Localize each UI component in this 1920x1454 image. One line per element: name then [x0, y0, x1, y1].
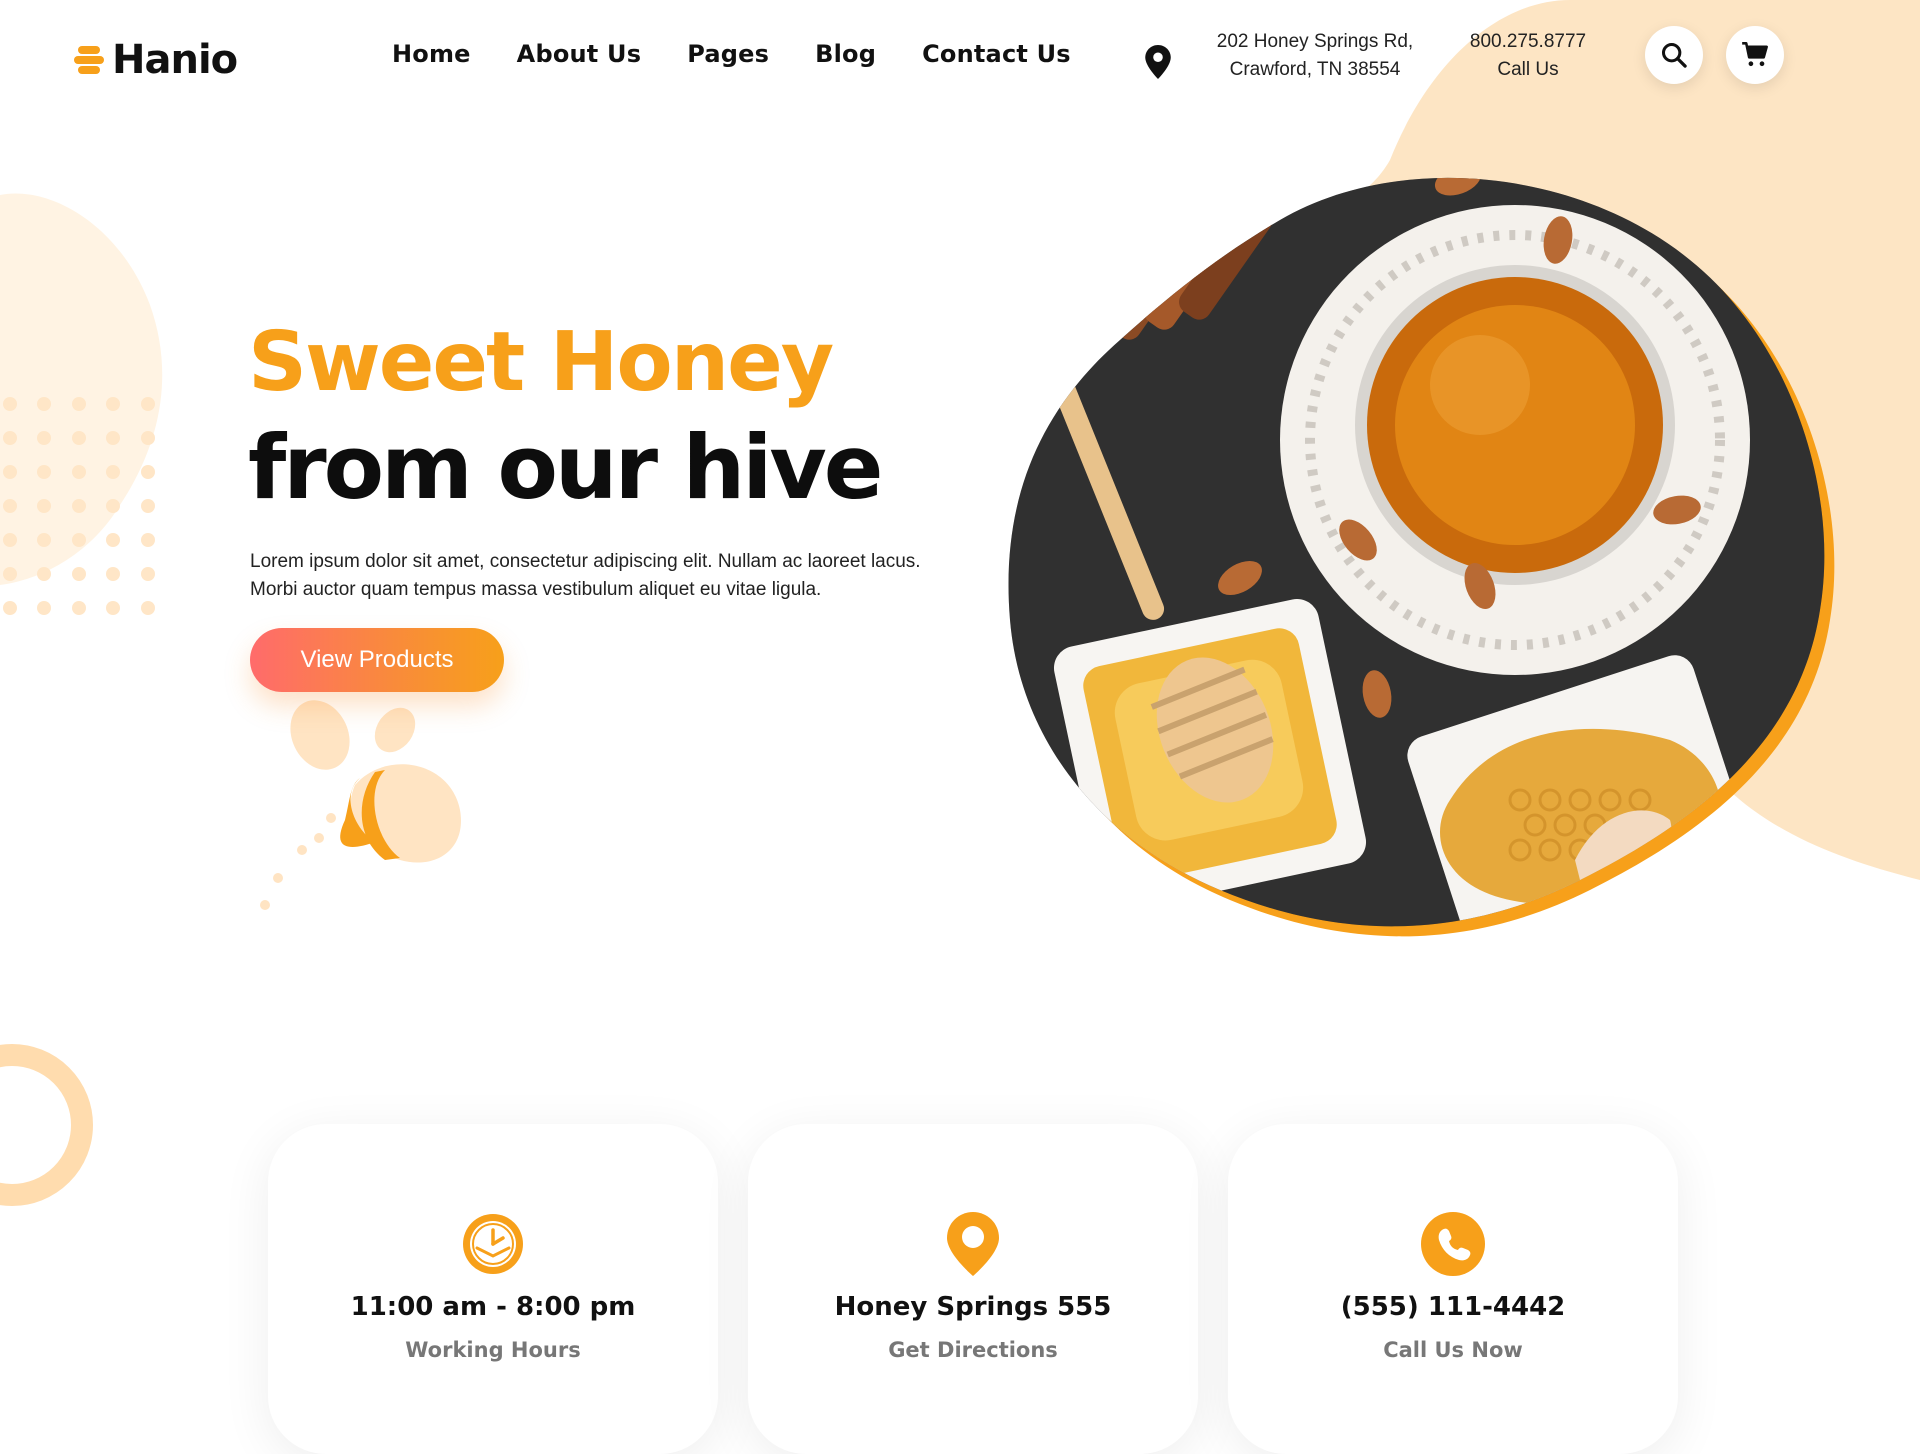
phone-icon [1421, 1212, 1485, 1276]
hero-title-line-2: from our hive [248, 416, 883, 519]
phone-label: Call Us [1497, 59, 1559, 80]
hero-description: Lorem ipsum dolor sit amet, consectetur … [250, 548, 1010, 604]
header-phone[interactable]: 800.275.8777 Call Us [1438, 28, 1618, 84]
main-nav: Home About Us Pages Blog Contact Us [392, 40, 1071, 68]
card-subtitle[interactable]: Get Directions [748, 1338, 1198, 1362]
logo[interactable]: Hanio [74, 36, 238, 84]
cart-button[interactable] [1726, 26, 1784, 84]
background-blob-right [1255, 0, 1920, 880]
background-blob-left [0, 193, 163, 585]
card-subtitle[interactable]: Call Us Now [1228, 1338, 1678, 1362]
logo-honey-icon [74, 45, 104, 75]
dot-grid [3, 397, 155, 615]
cart-icon [1742, 42, 1768, 67]
nav-about-us[interactable]: About Us [517, 40, 642, 68]
view-products-button[interactable]: View Products [250, 628, 504, 692]
phone-number: 800.275.8777 [1469, 31, 1587, 52]
map-pin-icon [1145, 45, 1171, 79]
card-title: Honey Springs 555 [834, 1292, 1112, 1322]
call-card[interactable]: (555) 111-4442 Call Us Now [1228, 1124, 1678, 1454]
address-line-1: 202 Honey Springs Rd, [1216, 31, 1414, 52]
hero-description-line-2: Morbi auctor quam tempus massa vestibulu… [250, 579, 822, 600]
nav-pages[interactable]: Pages [687, 40, 769, 68]
map-pin-icon [947, 1212, 999, 1276]
clock-icon [463, 1214, 523, 1274]
nav-home[interactable]: Home [392, 40, 471, 68]
hero-title-line-1: Sweet Honey [248, 315, 834, 410]
address-line-2: Crawford, TN 38554 [1229, 59, 1401, 80]
hero-image [1008, 177, 1835, 937]
search-button[interactable] [1645, 26, 1703, 84]
card-subtitle: Working Hours [405, 1338, 581, 1362]
nav-contact-us[interactable]: Contact Us [922, 40, 1071, 68]
search-icon [1661, 42, 1687, 68]
nav-blog[interactable]: Blog [815, 40, 876, 68]
bee-illustration [260, 700, 461, 910]
header-address: 202 Honey Springs Rd, Crawford, TN 38554 [1200, 28, 1430, 84]
hero-description-line-1: Lorem ipsum dolor sit amet, consectetur … [250, 551, 921, 572]
ring-decoration [0, 1044, 93, 1206]
directions-card[interactable]: Honey Springs 555 Get Directions [748, 1124, 1198, 1454]
card-title: (555) 111-4442 [1340, 1292, 1566, 1322]
working-hours-card: 11:00 am - 8:00 pm Working Hours [268, 1124, 718, 1454]
card-title: 11:00 am - 8:00 pm [350, 1292, 636, 1322]
brand-name: Hanio [112, 37, 238, 83]
